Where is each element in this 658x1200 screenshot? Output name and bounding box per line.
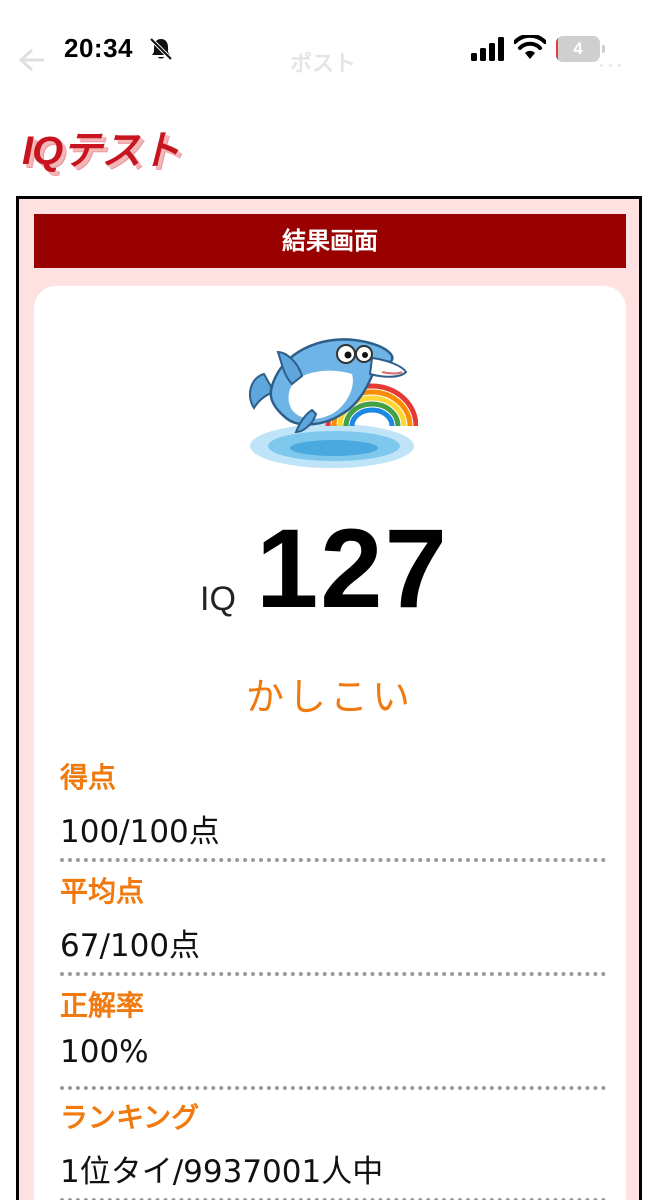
signal-icon (471, 37, 504, 61)
battery-level: 4 (573, 39, 583, 58)
stat-average: 平均点 67/100点 (60, 870, 610, 984)
dotted-divider (60, 858, 606, 862)
stat-value: 100% (60, 1034, 149, 1070)
wifi-icon (514, 35, 546, 59)
stat-ranking: ランキング 1位タイ/9937001人中 (60, 1096, 610, 1200)
stat-label: 平均点 (60, 875, 145, 908)
stat-label: ランキング (60, 1101, 200, 1134)
iq-score: IQ 127 (34, 506, 626, 631)
back-arrow-icon[interactable] (18, 48, 46, 72)
stat-value: 100/100点 (60, 814, 220, 850)
battery-icon: 4 (556, 36, 606, 62)
stat-value: 67/100点 (60, 928, 201, 964)
status-bar: ポスト ... 20:34 4 (0, 0, 658, 100)
stat-label: 得点 (60, 761, 117, 794)
result-body: IQ 127 かしこい 得点 100/100点 平均点 67/100点 正解率 … (34, 286, 626, 1200)
result-panel: 結果画面 IQ 127 かしこい 得点 100/100点 平均点 67/100点… (16, 196, 642, 1200)
dotted-divider (60, 1086, 606, 1090)
stat-label: 正解率 (60, 989, 145, 1022)
stat-score: 得点 100/100点 (60, 756, 610, 870)
stat-value: 1位タイ/9937001人中 (60, 1154, 384, 1190)
result-header: 結果画面 (34, 214, 626, 268)
dolphin-mascot (248, 338, 418, 468)
status-time: 20:34 (64, 33, 133, 63)
battery-body: 4 (556, 36, 600, 62)
site-logo[interactable]: IQテスト (22, 118, 180, 176)
ghost-page-title: ポスト (290, 52, 357, 77)
bell-muted-icon (149, 37, 173, 61)
battery-tip (602, 45, 605, 53)
page: ポスト ... 20:34 4 IQテスト 結果画面 IQ 127 かしこい 得… (0, 0, 658, 1200)
iq-label: IQ (200, 580, 236, 618)
stat-accuracy: 正解率 100% (60, 984, 610, 1098)
dotted-divider (60, 972, 606, 976)
iq-value: 127 (256, 506, 449, 631)
iq-rating: かしこい (245, 675, 414, 719)
